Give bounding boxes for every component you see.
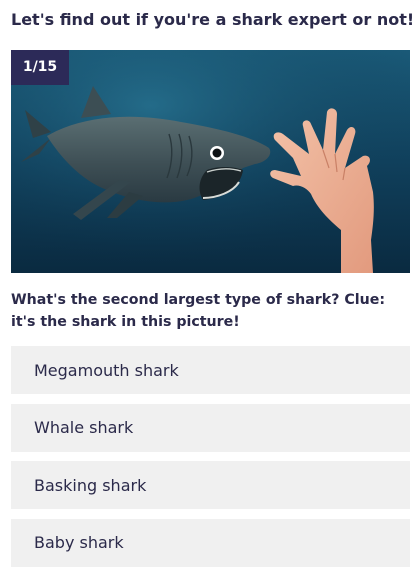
question-counter: 1/15 bbox=[11, 50, 69, 85]
answer-option-basking-shark[interactable]: Basking shark bbox=[11, 461, 410, 509]
answer-label: Whale shark bbox=[34, 418, 134, 437]
answer-label: Megamouth shark bbox=[34, 360, 179, 380]
answer-label: Baby shark bbox=[34, 533, 124, 552]
answer-option-megamouth-shark[interactable]: Megamouth shark bbox=[11, 346, 410, 394]
shark-photo bbox=[11, 50, 410, 273]
answer-label: Basking shark bbox=[34, 475, 147, 495]
answer-option-baby-shark[interactable]: Baby shark bbox=[11, 518, 410, 567]
quiz-image: 1/15 bbox=[11, 50, 410, 273]
answer-list: Megamouth shark Whale shark Basking shar… bbox=[11, 346, 410, 576]
quiz-headline: Let's find out if you're a shark expert … bbox=[11, 10, 415, 29]
question-text: What's the second largest type of shark?… bbox=[11, 292, 386, 330]
answer-option-whale-shark[interactable]: Whale shark bbox=[11, 403, 410, 452]
